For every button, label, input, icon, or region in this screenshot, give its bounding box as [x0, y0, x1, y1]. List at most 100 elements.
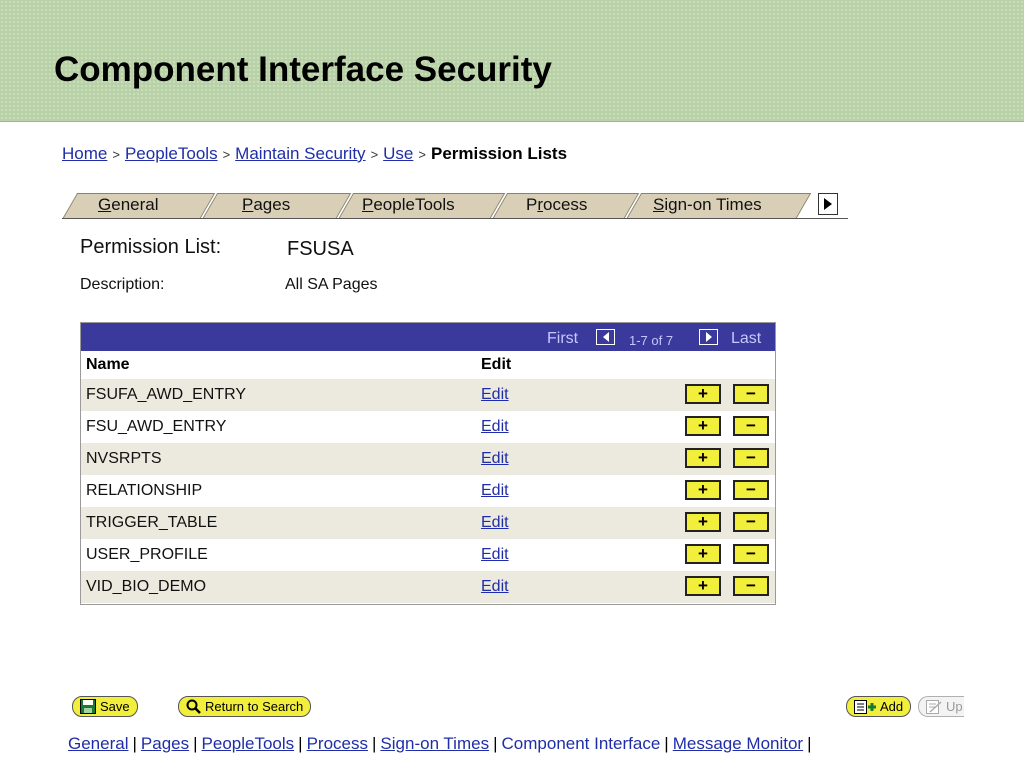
nav-last-link[interactable]: Last [731, 330, 761, 348]
footer-separator: | [132, 734, 137, 753]
breadcrumb-separator: > [370, 147, 379, 162]
footer-current-component-interface: Component Interface [501, 734, 661, 753]
plus-icon: + [698, 384, 708, 403]
add-row-button[interactable]: + [685, 384, 721, 404]
breadcrumb-use[interactable]: Use [383, 144, 413, 163]
floppy-disk-icon [80, 699, 96, 714]
footer-link-signon-times[interactable]: Sign-on Times [380, 734, 489, 753]
minus-icon: − [746, 576, 756, 595]
breadcrumb-separator: > [112, 147, 120, 162]
add-row-button[interactable]: + [685, 512, 721, 532]
row-edit-link[interactable]: Edit [481, 578, 509, 596]
row-name: VID_BIO_DEMO [86, 578, 207, 595]
minus-icon: − [746, 512, 756, 531]
delete-row-button[interactable]: − [733, 576, 769, 596]
plus-icon: + [698, 416, 708, 435]
delete-row-button[interactable]: − [733, 448, 769, 468]
add-button[interactable]: Add [846, 696, 912, 717]
add-row-button[interactable]: + [685, 448, 721, 468]
footer-link-message-monitor[interactable]: Message Monitor [673, 734, 803, 753]
permission-grid: First 1-7 of 7 Last Name Edit FSUFA_AWD_… [80, 322, 776, 605]
footer-separator: | [193, 734, 198, 753]
plus-icon: + [698, 448, 708, 467]
tab-next-button[interactable] [818, 193, 838, 215]
minus-icon: − [746, 544, 756, 563]
footer-separator: | [298, 734, 303, 753]
row-edit-link[interactable]: Edit [481, 450, 509, 468]
row-name: FSUFA_AWD_ENTRY [86, 386, 247, 403]
minus-icon: − [746, 480, 756, 499]
tab-general[interactable]: General [98, 195, 159, 215]
save-button-label: Save [100, 699, 130, 714]
add-row-button[interactable]: + [685, 544, 721, 564]
row-edit-link[interactable]: Edit [481, 386, 509, 404]
column-header-name: Name [86, 356, 130, 373]
delete-row-button[interactable]: − [733, 480, 769, 500]
nav-first-link[interactable]: First [547, 330, 578, 348]
footer-link-pages[interactable]: Pages [141, 734, 189, 753]
delete-row-button[interactable]: − [733, 384, 769, 404]
table-row: RELATIONSHIP Edit + − [81, 475, 775, 507]
table-row: VID_BIO_DEMO Edit + − [81, 571, 775, 603]
slide-title: Component Interface Security [54, 50, 552, 89]
footer-links: General | Pages | PeopleTools | Process | Sign-o… [68, 734, 816, 754]
permission-list-label: Permission List: [80, 236, 222, 258]
minus-icon: − [746, 384, 756, 403]
magnifier-icon [186, 699, 201, 714]
update-display-button[interactable]: Up [918, 696, 964, 717]
nav-count: 1-7 of 7 [629, 333, 674, 348]
footer-separator: | [664, 734, 669, 753]
row-edit-link[interactable]: Edit [481, 546, 509, 564]
delete-row-button[interactable]: − [733, 416, 769, 436]
breadcrumb-home[interactable]: Home [62, 144, 107, 163]
grid-nav-bar: First 1-7 of 7 Last [81, 323, 775, 351]
plus-icon: + [698, 576, 708, 595]
delete-row-button[interactable]: − [733, 512, 769, 532]
add-button-label: Add [880, 699, 904, 714]
table-row: FSUFA_AWD_ENTRY Edit + − [81, 379, 775, 411]
row-edit-link[interactable]: Edit [481, 482, 509, 500]
tab-process[interactable]: Process [526, 195, 587, 215]
footer-link-peopletools[interactable]: PeopleTools [202, 734, 295, 753]
add-row-button[interactable]: + [685, 576, 721, 596]
return-to-search-label: Return to Search [205, 699, 304, 714]
row-edit-link[interactable]: Edit [481, 418, 509, 436]
tab-pages[interactable]: Pages [242, 195, 290, 215]
plus-icon: + [698, 512, 708, 531]
arrow-right-icon [705, 332, 712, 342]
breadcrumb-peopletools[interactable]: PeopleTools [125, 144, 218, 163]
column-header-edit: Edit [481, 356, 512, 373]
row-edit-link[interactable]: Edit [481, 514, 509, 532]
footer-separator: | [493, 734, 498, 753]
update-display-label: Up [946, 699, 963, 714]
add-record-icon [854, 699, 876, 714]
permission-list-value: FSUSA [287, 238, 354, 260]
footer-separator: | [807, 734, 812, 753]
footer-link-process[interactable]: Process [307, 734, 368, 753]
tab-signon-times[interactable]: Sign-on Times [653, 195, 762, 215]
add-row-button[interactable]: + [685, 480, 721, 500]
row-name: RELATIONSHIP [86, 482, 203, 499]
row-name: USER_PROFILE [86, 546, 208, 563]
table-row: FSU_AWD_ENTRY Edit + − [81, 411, 775, 443]
plus-icon: + [698, 544, 708, 563]
return-to-search-button[interactable]: Return to Search [178, 696, 312, 717]
arrow-right-icon [824, 198, 832, 210]
description-label: Description: [80, 276, 165, 293]
table-row: NVSRPTS Edit + − [81, 443, 775, 475]
plus-icon: + [698, 480, 708, 499]
table-row: USER_PROFILE Edit + − [81, 539, 775, 571]
nav-prev-button[interactable] [596, 329, 615, 345]
breadcrumb-current: Permission Lists [430, 144, 568, 163]
footer-link-general[interactable]: General [68, 734, 128, 753]
add-row-button[interactable]: + [685, 416, 721, 436]
nav-next-button[interactable] [699, 329, 718, 345]
update-record-icon [926, 699, 942, 714]
delete-row-button[interactable]: − [733, 544, 769, 564]
tab-peopletools[interactable]: PeopleTools [362, 195, 455, 215]
save-button[interactable]: Save [72, 696, 138, 717]
table-row: TRIGGER_TABLE Edit + − [81, 507, 775, 539]
breadcrumb-maintain-security[interactable]: Maintain Security [235, 144, 365, 163]
row-name: NVSRPTS [86, 450, 162, 467]
breadcrumb-separator: > [222, 147, 231, 162]
